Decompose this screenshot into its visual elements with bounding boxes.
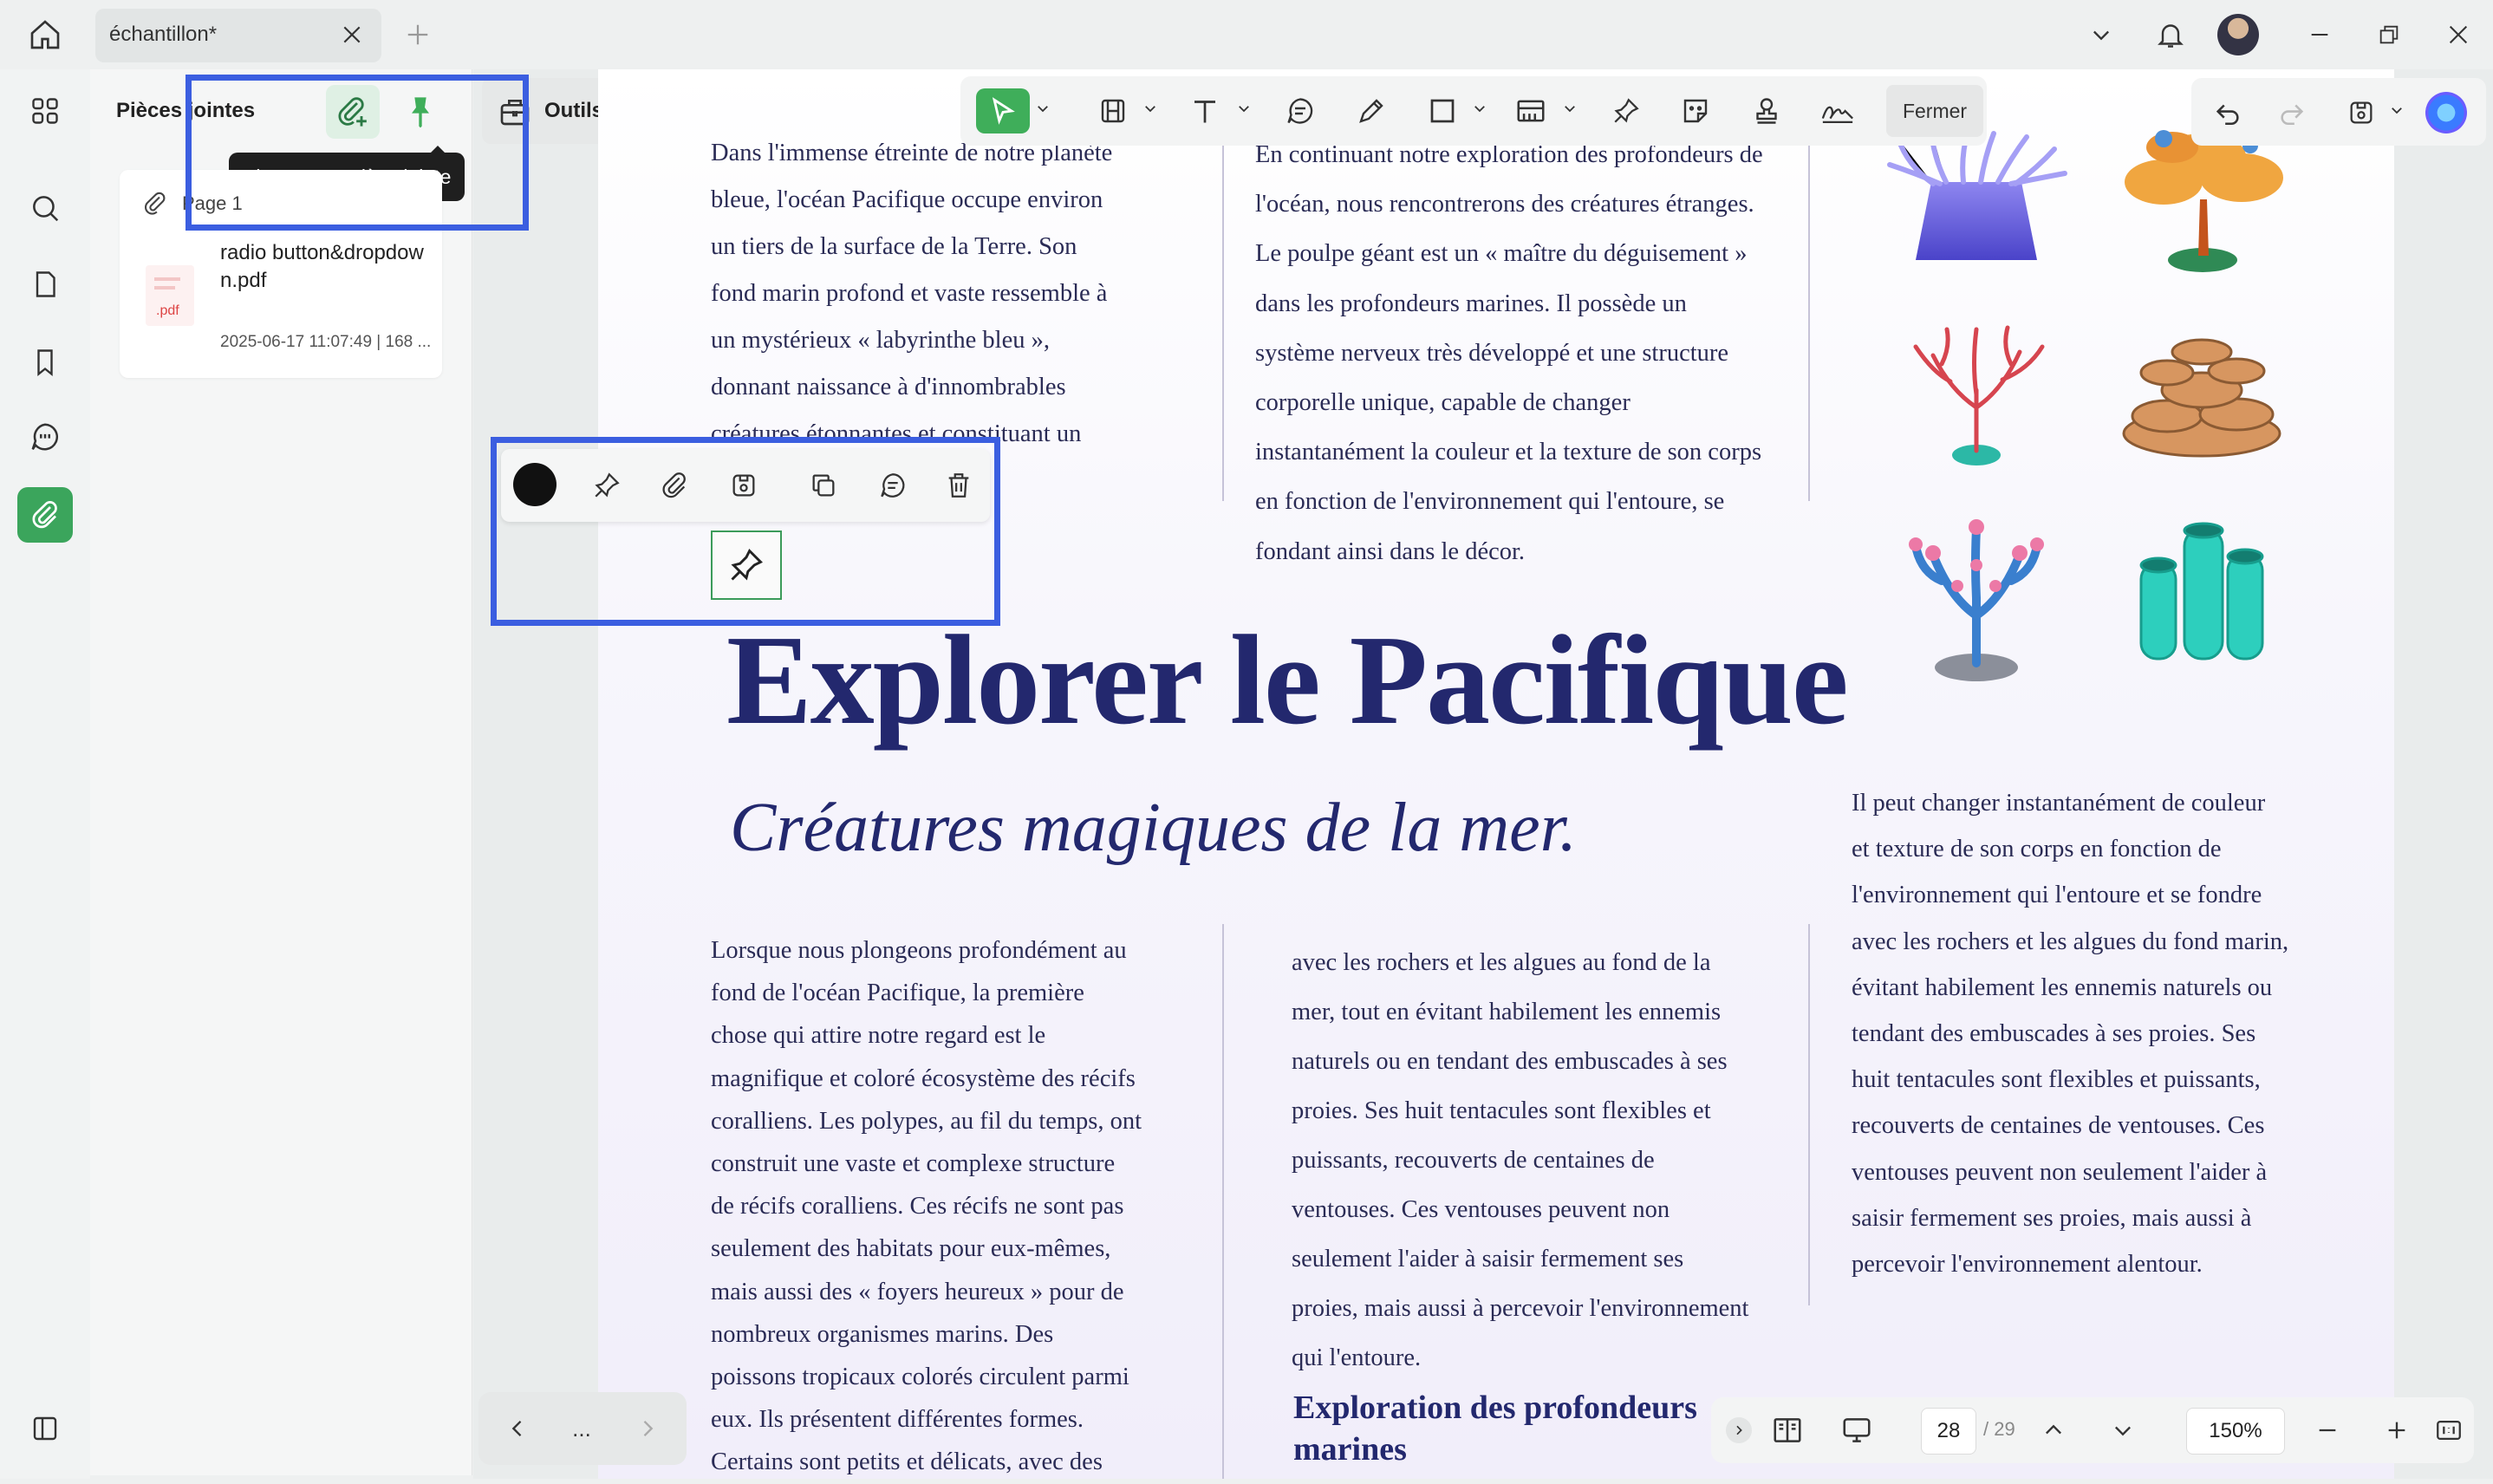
add-attachment-button[interactable] [326,85,380,139]
delete-icon[interactable] [936,463,981,508]
ai-assistant-icon[interactable] [2422,90,2470,135]
select-tool-button[interactable] [976,88,1030,133]
attachment-card[interactable]: Page 1 .pdf radio button&dropdown.pdf 20… [120,170,442,378]
close-window-icon[interactable] [2434,10,2483,59]
close-tools-button[interactable]: Fermer [1886,85,1983,137]
column-divider [1222,130,1224,501]
document-subtitle: Créatures magiques de la mer. [730,790,1577,866]
chevron-up-icon[interactable] [2032,1408,2075,1453]
toolbox-icon [498,94,532,128]
search-icon[interactable] [17,180,73,236]
tools-label: Outils [544,99,604,122]
attachments-panel: Pièces jointes Ajouter une pièce jointe … [90,69,472,1475]
more-button[interactable]: ... [560,1406,603,1451]
paragraph: avec les rochers et les algues au fond d… [1292,949,1749,1371]
brown-coral-illustration [2106,321,2297,468]
tab-title: échantillon* [109,23,218,46]
column-divider [1222,924,1224,1479]
paragraph: Il peut changer instantanément de couleu… [1852,790,2289,1279]
chevron-down-icon[interactable] [2101,1408,2145,1453]
pin-icon[interactable] [1604,88,1649,133]
teal-tube-coral-illustration [2124,511,2280,676]
pages-icon[interactable] [17,257,73,312]
undo-icon[interactable] [2205,90,2250,135]
minimize-icon[interactable] [2295,10,2344,59]
document-tab[interactable]: échantillon* [95,9,381,62]
chevron-down-icon[interactable] [2077,10,2125,59]
bookmark-icon[interactable] [17,335,73,390]
chevron-down-icon[interactable] [1035,101,1051,116]
red-coral-illustration [1890,312,2063,468]
zoom-level[interactable]: 150% [2186,1408,2285,1455]
right-toolbar [2191,78,2486,146]
chevron-down-icon[interactable] [1472,101,1487,116]
page-number-input[interactable]: 28 [1921,1408,1976,1455]
home-icon[interactable] [21,10,69,59]
pen-icon[interactable] [1349,88,1394,133]
color-picker-button[interactable] [513,463,557,506]
pdf-file-icon: .pdf [146,265,194,326]
page-total: / 29 [1983,1418,2015,1440]
bell-icon[interactable] [2146,10,2195,59]
measure-tool[interactable] [1508,88,1553,133]
stamp-icon[interactable] [1744,88,1789,133]
attachment-meta: 2025-06-17 11:07:49 | 168 ... [220,333,432,351]
chevron-down-icon[interactable] [2389,102,2405,118]
pdf-ext-label: .pdf [156,303,179,318]
sticker-icon[interactable] [1673,88,1718,133]
attachment-icon[interactable] [652,463,697,508]
copy-icon[interactable] [801,463,846,508]
anemone-illustration [1881,130,2072,269]
tools-button[interactable]: Outils [482,78,617,144]
present-icon[interactable] [1832,1408,1881,1453]
apps-icon[interactable] [17,83,73,139]
actual-size-icon[interactable] [2427,1408,2470,1453]
reading-mode-icon[interactable] [1765,1408,1810,1453]
annotation-toolbar [501,449,990,522]
chevron-left-icon[interactable] [496,1406,539,1451]
signature-icon[interactable] [1813,88,1862,133]
zoom-out-icon[interactable] [2306,1408,2349,1453]
pin-button[interactable] [394,85,447,139]
shape-tool[interactable] [1420,88,1465,133]
main-toolbar: Fermer [960,76,1987,146]
page-nav: ... [478,1392,687,1465]
paragraph: En continuant notre exploration des prof… [1255,141,1763,565]
new-tab-icon[interactable] [394,10,442,59]
attachments-icon[interactable] [17,487,73,543]
comment-icon[interactable] [870,463,915,508]
comments-icon[interactable] [17,409,73,465]
title-bar: échantillon* [0,0,2493,69]
panel-title: Pièces jointes [116,99,256,122]
pin-annotation[interactable] [711,530,782,600]
paragraph: Lorsque nous plongeons profondément au f… [711,937,1142,1476]
status-bar: 28 / 29 150% [1711,1397,2474,1463]
document-title: Explorer le Pacifique [726,609,1849,752]
comment-icon[interactable] [1278,88,1323,133]
restore-icon[interactable] [2365,10,2413,59]
avatar[interactable] [2214,10,2262,59]
section-heading: Exploration des profondeurs marines [1293,1390,1697,1468]
chevron-down-icon[interactable] [1236,101,1252,116]
text-box-tool[interactable] [1090,88,1136,133]
paperclip-icon [142,191,168,217]
redo-icon[interactable] [2269,90,2314,135]
pin-icon[interactable] [584,463,629,508]
save-icon[interactable] [2339,90,2384,135]
expand-icon[interactable] [1723,1408,1754,1453]
save-attachment-icon[interactable] [721,463,766,508]
chevron-down-icon[interactable] [1142,101,1158,116]
card-page-label: Page 1 [182,192,243,214]
column-divider [1808,924,1810,1305]
attachment-file-name: radio button&dropdown.pdf [220,241,424,292]
pink-coral-illustration [1890,503,2063,685]
sidebar-toggle-icon[interactable] [17,1401,73,1456]
chevron-right-icon[interactable] [626,1406,669,1451]
close-icon[interactable] [335,17,369,52]
zoom-in-icon[interactable] [2375,1408,2418,1453]
chevron-down-icon[interactable] [1562,101,1578,116]
text-tool[interactable] [1182,88,1227,133]
